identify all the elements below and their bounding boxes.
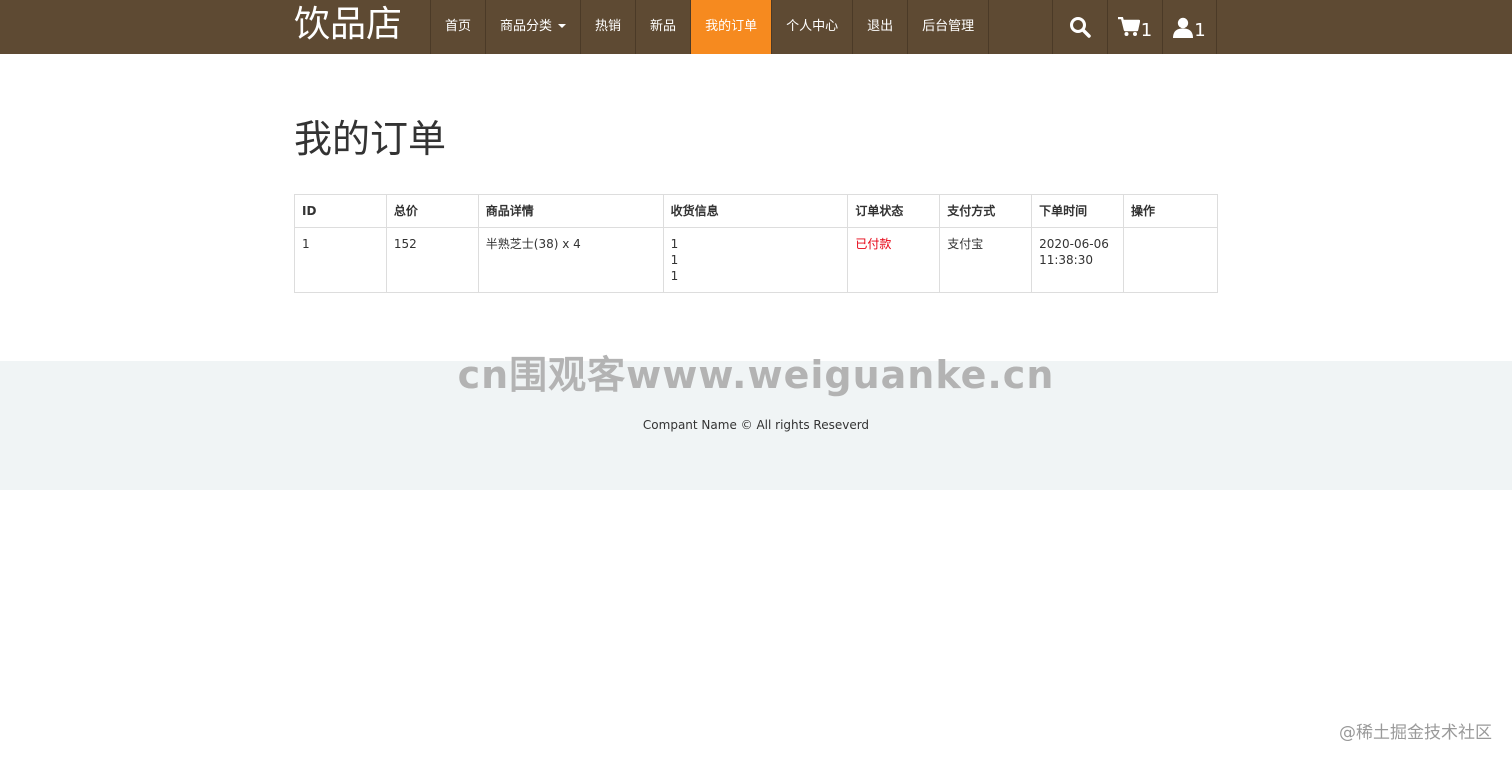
column-header-time: 下单时间 <box>1031 194 1125 228</box>
nav-item-hot[interactable]: 热销 <box>580 0 635 54</box>
column-header-id: ID <box>294 194 387 228</box>
cart-count: 1 <box>1140 19 1153 41</box>
nav-item-new[interactable]: 新品 <box>635 0 690 54</box>
column-header-action: 操作 <box>1123 194 1218 228</box>
shipping-address: 1 <box>670 269 679 283</box>
nav-item-admin[interactable]: 后台管理 <box>907 0 990 54</box>
nav-item-logout[interactable]: 退出 <box>852 0 907 54</box>
order-detail: 半熟芝士(38) x 4 <box>477 227 664 293</box>
user-button[interactable]: 1 <box>1162 0 1217 54</box>
column-header-total: 总价 <box>385 194 479 228</box>
nav-item-profile[interactable]: 个人中心 <box>771 0 852 54</box>
caret-down-icon <box>558 24 567 28</box>
site-watermark: cn围观客www.weiguanke.cn <box>457 353 1055 397</box>
footer-copyright: Compant Name © All rights Reseverd <box>642 418 870 432</box>
search-button[interactable] <box>1052 0 1107 54</box>
nav-item-my-orders[interactable]: 我的订单 <box>690 0 772 54</box>
order-id: 1 <box>294 227 387 293</box>
nav-item-categories[interactable]: 商品分类 <box>485 0 580 54</box>
column-header-status: 订单状态 <box>847 194 941 228</box>
table-header-row: ID 总价 商品详情 收货信息 订单状态 支付方式 下单时间 操作 <box>294 194 1218 228</box>
orders-table: ID 总价 商品详情 收货信息 订单状态 支付方式 下单时间 操作 1 152 … <box>294 194 1218 293</box>
order-time: 2020-06-06 11:38:30 <box>1031 227 1125 293</box>
nav-icons: 1 1 <box>1052 0 1217 54</box>
user-count: 1 <box>1194 19 1206 41</box>
user-icon <box>1173 17 1194 38</box>
shipping-phone: 1 <box>670 253 679 267</box>
order-date: 2020-06-06 <box>1039 237 1109 251</box>
order-action <box>1123 227 1218 293</box>
page-title: 我的订单 <box>294 117 447 161</box>
column-header-shipping: 收货信息 <box>662 194 849 228</box>
order-shipping: 1 1 1 <box>662 227 849 293</box>
order-clock: 11:38:30 <box>1039 253 1093 267</box>
nav-item-home[interactable]: 首页 <box>430 0 485 54</box>
order-status: 已付款 <box>847 227 941 293</box>
column-header-detail: 商品详情 <box>477 194 664 228</box>
nav-item-categories-label: 商品分类 <box>500 19 553 34</box>
top-navbar: 饮品店 首页 商品分类 热销 新品 我的订单 个人中心 退出 后台管理 1 1 <box>0 0 1512 54</box>
cart-button[interactable]: 1 <box>1107 0 1162 54</box>
corner-watermark: @稀土掘金技术社区 <box>1339 723 1492 743</box>
table-row: 1 152 半熟芝士(38) x 4 1 1 1 已付款 支付宝 2020-06… <box>294 227 1218 293</box>
search-icon <box>1070 17 1091 38</box>
order-total: 152 <box>385 227 479 293</box>
cart-icon <box>1117 17 1140 36</box>
order-payment: 支付宝 <box>939 227 1033 293</box>
column-header-payment: 支付方式 <box>939 194 1033 228</box>
shipping-name: 1 <box>670 237 679 251</box>
main-nav: 首页 商品分类 热销 新品 我的订单 个人中心 退出 后台管理 <box>430 0 990 54</box>
brand-logo[interactable]: 饮品店 <box>294 2 402 52</box>
